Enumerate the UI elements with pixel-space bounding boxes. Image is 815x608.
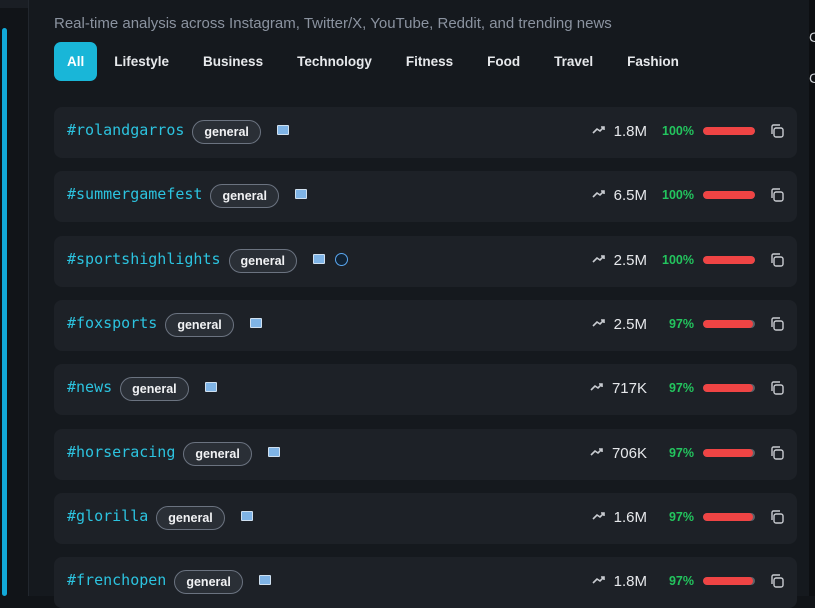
sidebar-scrollbar[interactable] (0, 28, 8, 596)
copy-icon[interactable] (769, 380, 785, 396)
tab-travel[interactable]: Travel (537, 42, 610, 81)
category-badge: general (183, 441, 252, 466)
score-percent: 100% (662, 188, 694, 203)
score-bar-fill (703, 255, 755, 264)
score-percent: 97% (668, 445, 694, 460)
trending-up-icon (592, 509, 606, 524)
copy-icon[interactable] (769, 573, 785, 589)
tab-food[interactable]: Food (470, 42, 537, 81)
hashtag-row[interactable]: #summergamefest general 6.5M 100% (54, 171, 797, 223)
copy-icon[interactable] (769, 187, 785, 203)
tv-icon (258, 575, 271, 586)
category-badge: general (156, 505, 225, 530)
score-bar-fill (703, 191, 755, 200)
score-bar-fill (703, 577, 754, 586)
hashtag-row[interactable]: #sportshighlights general 2.5M 100% (54, 235, 797, 287)
hashtag-row[interactable]: #glorilla general 1.6M 97% (54, 492, 797, 544)
score-bar-fill (703, 319, 754, 328)
copy-icon[interactable] (769, 123, 785, 139)
tab-fashion[interactable]: Fashion (610, 42, 696, 81)
hashtag-row[interactable]: #news general 717K 97% (54, 364, 797, 416)
edge-glyph-2: C (809, 70, 815, 86)
category-badge: general (192, 120, 261, 144)
tv-icon (276, 125, 289, 135)
edge-glyph-1: C (809, 29, 815, 45)
hashtag-row[interactable]: #frenchopen general 1.8M 97% (54, 557, 797, 608)
category-tabs: All Lifestyle Business Technology Fitness Foo… (54, 42, 696, 81)
category-badge: general (165, 312, 234, 337)
category-badge: general (174, 570, 243, 595)
score-bar (703, 319, 755, 328)
score-bar (703, 577, 755, 586)
tab-lifestyle[interactable]: Lifestyle (97, 42, 186, 81)
score-percent: 97% (668, 509, 694, 524)
score-bar-fill (703, 512, 754, 521)
hashtag-row[interactable]: #rolandgarros general 1.8M 100% (54, 107, 797, 158)
hashtag-text[interactable]: #horseracing (67, 443, 175, 461)
hashtag-text[interactable]: #rolandgarros (67, 121, 184, 139)
tab-fitness[interactable]: Fitness (389, 42, 470, 81)
hashtag-text[interactable]: #frenchopen (67, 571, 166, 589)
scrollbar-thumb[interactable] (2, 28, 7, 596)
score-bar (703, 255, 755, 264)
tv-icon (240, 510, 253, 521)
hashtag-text[interactable]: #summergamefest (67, 185, 202, 203)
category-badge: general (228, 248, 297, 273)
tab-technology[interactable]: Technology (280, 42, 389, 81)
hashtag-row[interactable]: #horseracing general 706K 97% (54, 428, 797, 480)
copy-icon[interactable] (769, 316, 785, 332)
page-subtitle: Real-time analysis across Instagram, Twi… (54, 15, 612, 32)
trending-up-icon (592, 252, 606, 267)
hashtag-text[interactable]: #glorilla (67, 507, 148, 525)
score-bar (703, 448, 755, 457)
score-bar (703, 384, 755, 393)
category-badge: general (210, 184, 279, 209)
score-percent: 100% (662, 252, 694, 267)
copy-icon[interactable] (769, 252, 785, 268)
copy-icon[interactable] (769, 445, 785, 461)
score-percent: 97% (668, 381, 694, 396)
score-percent: 100% (662, 124, 694, 138)
tv-icon (294, 189, 307, 200)
trending-up-icon (592, 316, 606, 331)
right-edge (809, 0, 815, 596)
trending-up-icon (592, 123, 606, 138)
trending-up-icon (592, 187, 606, 202)
tv-icon (267, 446, 280, 457)
tv-icon (313, 253, 325, 264)
score-bar (703, 191, 755, 200)
score-bar (703, 127, 755, 135)
score-bar (703, 512, 755, 521)
trending-up-icon (592, 573, 606, 588)
score-bar-fill (703, 127, 755, 135)
globe-icon (335, 252, 348, 266)
hashtag-text[interactable]: #foxsports (67, 314, 157, 332)
score-percent: 97% (668, 316, 694, 331)
tv-icon (249, 317, 262, 328)
hashtag-text[interactable]: #sportshighlights (67, 250, 221, 268)
tab-business[interactable]: Business (186, 42, 280, 81)
score-bar-fill (703, 448, 754, 457)
trending-up-icon (590, 445, 604, 460)
score-bar-fill (703, 384, 754, 393)
hashtag-text[interactable]: #news (67, 378, 112, 396)
tab-all[interactable]: All (54, 42, 98, 81)
category-badge: general (120, 377, 189, 402)
trending-up-icon (590, 380, 604, 395)
tv-icon (204, 382, 217, 393)
hashtag-row[interactable]: #foxsports general 2.5M 97% (54, 299, 797, 351)
copy-icon[interactable] (769, 509, 785, 525)
score-percent: 97% (668, 574, 694, 589)
